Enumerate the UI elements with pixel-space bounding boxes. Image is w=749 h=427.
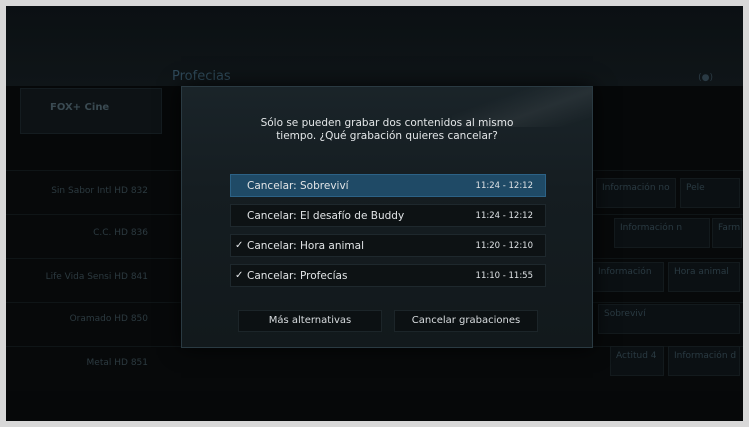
option-label: Cancelar: El desafío de Buddy bbox=[247, 210, 405, 222]
option-label: Cancelar: Hora animal bbox=[247, 240, 365, 252]
option-time: 11:24 - 12:12 bbox=[475, 211, 533, 221]
guide-title: Profecias bbox=[172, 69, 231, 84]
option-time: 11:20 - 12:10 bbox=[475, 241, 533, 251]
channel-name: C.C. HD 836 bbox=[93, 228, 148, 238]
option-time: 11:24 - 12:12 bbox=[475, 181, 533, 191]
channel-name: Oramado HD 850 bbox=[69, 314, 148, 324]
option-cancel-hora-animal[interactable]: ✓ Cancelar: Hora animal 11:20 - 12:10 bbox=[230, 234, 546, 257]
cancel-recordings-button[interactable]: Cancelar grabaciones bbox=[394, 310, 538, 332]
channel-name: Sin Sabor Intl HD 832 bbox=[51, 186, 148, 196]
more-alternatives-button[interactable]: Más alternativas bbox=[238, 310, 382, 332]
recording-conflict-dialog: Sólo se pueden grabar dos contenidos al … bbox=[181, 86, 593, 348]
guide-cell: Información no bbox=[596, 178, 676, 208]
guide-cell: Información bbox=[592, 262, 664, 292]
option-label: Cancelar: Profecías bbox=[247, 270, 348, 282]
option-cancel-el-desafio-de-buddy[interactable]: Cancelar: El desafío de Buddy 11:24 - 12… bbox=[230, 204, 546, 227]
guide-cell: Sobreviví bbox=[598, 304, 740, 334]
option-label: Cancelar: Sobreviví bbox=[247, 180, 349, 192]
guide-cell: Información d bbox=[668, 346, 740, 376]
option-time: 11:10 - 11:55 bbox=[475, 271, 533, 281]
option-cancel-sobrevivi[interactable]: Cancelar: Sobreviví 11:24 - 12:12 bbox=[230, 174, 546, 197]
dialog-message-line: tiempo. ¿Qué grabación quieres cancelar? bbox=[276, 130, 498, 142]
guide-cell: Información n bbox=[614, 218, 710, 248]
guide-cell: Farm bbox=[712, 218, 742, 248]
channel-name: Life Vida Sensi HD 841 bbox=[45, 272, 148, 282]
guide-cell: Actitud 4 bbox=[610, 346, 664, 376]
check-icon: ✓ bbox=[235, 270, 244, 281]
guide-indicator: (●) bbox=[698, 73, 713, 83]
dialog-message-line: Sólo se pueden grabar dos contenidos al … bbox=[260, 117, 514, 129]
channel-logo: FOX+ Cine bbox=[50, 102, 110, 113]
guide-cell: Pele bbox=[680, 178, 740, 208]
check-icon: ✓ bbox=[235, 240, 244, 251]
dialog-message: Sólo se pueden grabar dos contenidos al … bbox=[222, 117, 552, 143]
channel-name: Metal HD 851 bbox=[86, 358, 148, 368]
option-cancel-profecias[interactable]: ✓ Cancelar: Profecías 11:10 - 11:55 bbox=[230, 264, 546, 287]
guide-header bbox=[6, 6, 743, 86]
guide-cell: Hora animal bbox=[668, 262, 740, 292]
tv-screen: Profecias (●) FOX+ Cine Sin Sabor Intl H… bbox=[6, 6, 743, 421]
